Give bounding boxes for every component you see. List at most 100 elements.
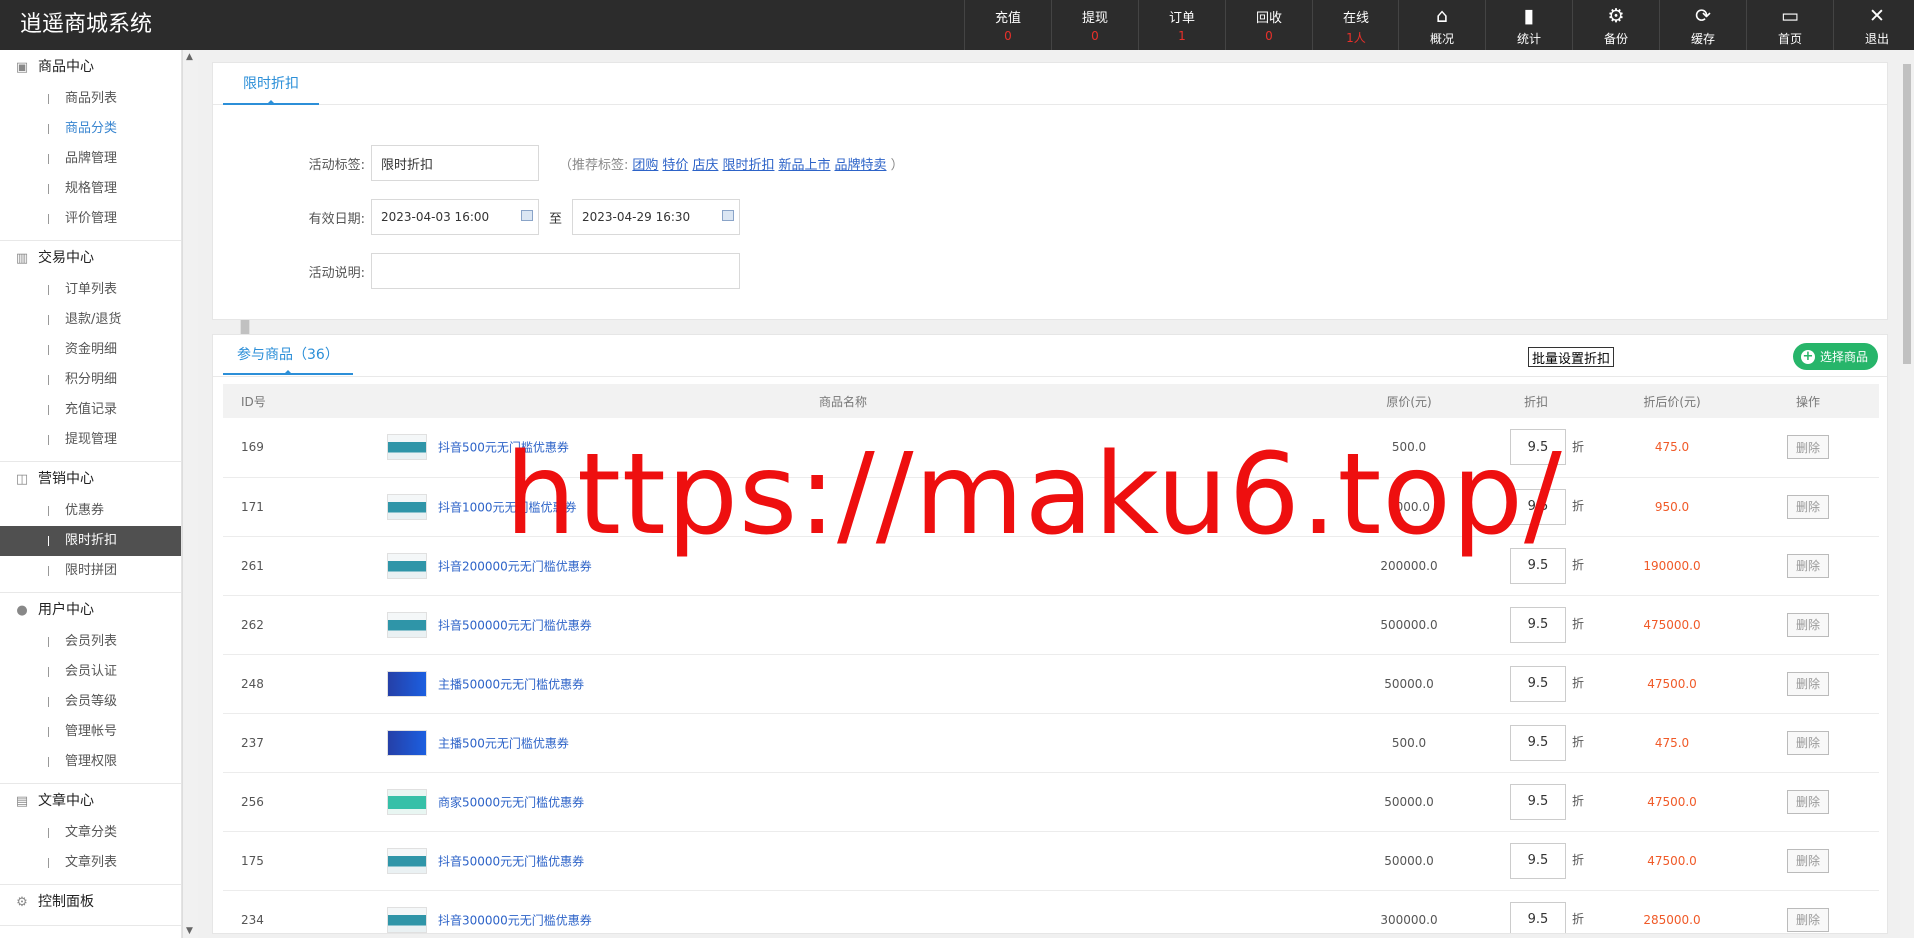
app-title: 逍遥商城系统	[20, 12, 153, 37]
page-scrollbar[interactable]	[1900, 50, 1914, 938]
goods-name-link[interactable]: 抖音500000元无门槛优惠券	[438, 618, 592, 632]
start-date-input[interactable]	[371, 199, 539, 235]
sidebar-item[interactable]: 资金明细	[0, 335, 181, 365]
recommend-tag-link[interactable]: 店庆	[692, 158, 718, 173]
delete-button[interactable]: 删除	[1786, 553, 1829, 578]
tag-row: 活动标签: （推荐标签:团购特价店庆限时折扣新品上市品牌特卖 ）	[213, 143, 1887, 183]
goods-name-link[interactable]: 抖音500元无门槛优惠券	[438, 441, 569, 455]
tool-monitor[interactable]: ▭ 首页	[1746, 0, 1833, 50]
recommend-tag-link[interactable]: 团购	[632, 158, 658, 173]
stat-item[interactable]: 在线 1人	[1312, 0, 1399, 50]
sidebar-item[interactable]: 管理帐号	[0, 717, 181, 747]
goods-thumbnail	[387, 670, 427, 697]
discount-input[interactable]	[1509, 488, 1566, 525]
discount-input[interactable]	[1509, 724, 1566, 761]
delete-button[interactable]: 删除	[1786, 435, 1829, 460]
batch-discount-button[interactable]: 批量设置折扣	[1528, 347, 1615, 367]
stat-item[interactable]: 订单 1	[1138, 0, 1225, 50]
select-goods-button[interactable]: + 选择商品	[1793, 343, 1879, 370]
bar-chart-icon: ▥	[15, 251, 29, 266]
sidebar-item[interactable]: 限时拼团	[0, 556, 181, 586]
goods-discount-cell: 折	[1465, 595, 1607, 654]
goods-name-link[interactable]: 主播50000元无门槛优惠券	[438, 677, 584, 691]
tool-home[interactable]: ⌂ 概况	[1398, 0, 1485, 50]
delete-button[interactable]: 删除	[1786, 789, 1829, 814]
discount-input[interactable]	[1509, 783, 1566, 820]
goods-name-link[interactable]: 抖音1000元无门槛优惠券	[438, 500, 577, 514]
sidebar-item[interactable]: 文章列表	[0, 848, 181, 878]
top-bar: 逍遥商城系统 充值 0 提现 0 订单 1 回收 0 在线 1人 ⌂ 概况 ▮ 统计 ⚙ 备份 ⟳ 缓存 ▭ 首页 ✕…	[0, 0, 1914, 50]
tool-close[interactable]: ✕ 退出	[1833, 0, 1914, 50]
sidebar-item[interactable]: 商品列表	[0, 84, 181, 114]
goods-name-link[interactable]: 抖音50000元无门槛优惠券	[438, 854, 584, 868]
delete-button[interactable]: 删除	[1786, 671, 1829, 696]
sidebar-item[interactable]: 会员列表	[0, 627, 181, 657]
discount-input[interactable]	[1509, 665, 1566, 702]
sidebar-item[interactable]: 品牌管理	[0, 144, 181, 174]
sidebar-scrollbar[interactable]: ▲ ▼	[182, 50, 250, 938]
sidebar-group-header[interactable]: ▤ 文章中心	[0, 784, 181, 818]
sidebar-item[interactable]: 限时折扣	[0, 526, 181, 556]
goods-name-link[interactable]: 抖音300000元无门槛优惠券	[438, 913, 592, 927]
sidebar-item[interactable]: 规格管理	[0, 174, 181, 204]
end-date-input[interactable]	[572, 199, 741, 235]
stat-value: 0	[1091, 29, 1099, 43]
calendar-icon[interactable]	[722, 210, 735, 221]
tool-refresh[interactable]: ⟳ 缓存	[1659, 0, 1746, 50]
desc-input[interactable]	[371, 253, 740, 289]
stat-item[interactable]: 充值 0	[964, 0, 1051, 50]
end-date-picker[interactable]	[572, 199, 741, 235]
goods-name-link[interactable]: 抖音200000元无门槛优惠券	[438, 559, 592, 573]
stat-item[interactable]: 提现 0	[1051, 0, 1138, 50]
goods-name-link[interactable]: 商家50000元无门槛优惠券	[438, 795, 584, 809]
sidebar-group-header[interactable]: ▥ 交易中心	[0, 241, 181, 275]
delete-button[interactable]: 删除	[1786, 848, 1829, 873]
tab-flash-discount[interactable]: 限时折扣	[223, 63, 319, 105]
goods-id: 262	[241, 617, 264, 632]
sidebar-item[interactable]: 充值记录	[0, 395, 181, 425]
start-date-picker[interactable]	[371, 199, 539, 235]
recommend-tag-link[interactable]: 限时折扣	[722, 158, 774, 173]
discount-input[interactable]	[1509, 842, 1566, 879]
sidebar-item[interactable]: 商品分类	[0, 114, 181, 144]
sidebar-item[interactable]: 文章分类	[0, 818, 181, 848]
discount-input[interactable]	[1509, 547, 1566, 584]
sidebar-item[interactable]: 会员认证	[0, 657, 181, 687]
sidebar-group-header[interactable]: ● 用户中心	[0, 593, 181, 627]
sidebar-item[interactable]: 积分明细	[0, 365, 181, 395]
tag-input[interactable]	[371, 145, 539, 181]
recommend-tag-link[interactable]: 品牌特卖	[834, 158, 886, 173]
stat-item[interactable]: 回收 0	[1225, 0, 1312, 50]
tab-goods[interactable]: 参与商品（36）	[223, 335, 353, 375]
sidebar-item[interactable]: 提现管理	[0, 425, 181, 455]
goods-name-link[interactable]: 主播500元无门槛优惠券	[438, 736, 569, 750]
discount-input[interactable]	[1509, 606, 1566, 643]
table-row: 261 抖音200000元无门槛优惠券 200000.0 折 190000.0 删除	[223, 536, 1879, 595]
scroll-up-icon[interactable]: ▲	[186, 52, 193, 62]
delete-button[interactable]: 删除	[1786, 494, 1829, 519]
tool-bar-chart[interactable]: ▮ 统计	[1485, 0, 1572, 50]
stats-bar: 充值 0 提现 0 订单 1 回收 0 在线 1人	[964, 0, 1399, 50]
recommend-tag-link[interactable]: 特价	[662, 158, 688, 173]
goods-operation-cell: 删除	[1737, 654, 1879, 713]
delete-button[interactable]: 删除	[1786, 730, 1829, 755]
tool-gear[interactable]: ⚙ 备份	[1572, 0, 1659, 50]
sidebar-group-header[interactable]: ▣ 商品中心	[0, 50, 181, 84]
stat-label: 在线	[1342, 11, 1369, 26]
sidebar-item[interactable]: 评价管理	[0, 204, 181, 234]
discount-input[interactable]	[1509, 429, 1566, 466]
sidebar-group-header[interactable]: ◫ 营销中心	[0, 462, 181, 496]
scrollbar-thumb[interactable]	[1903, 64, 1911, 364]
delete-button[interactable]: 删除	[1786, 907, 1829, 932]
sidebar-item[interactable]: 退款/退货	[0, 305, 181, 335]
sidebar-item[interactable]: 优惠券	[0, 496, 181, 526]
delete-button[interactable]: 删除	[1786, 612, 1829, 637]
sidebar-group-header[interactable]: ⚙ 控制面板	[0, 885, 181, 919]
sidebar-item[interactable]: 会员等级	[0, 687, 181, 717]
recommend-tag-link[interactable]: 新品上市	[778, 158, 830, 173]
discount-input[interactable]	[1509, 901, 1566, 933]
scroll-down-icon[interactable]: ▼	[186, 926, 193, 936]
calendar-icon[interactable]	[521, 210, 533, 221]
sidebar-item[interactable]: 订单列表	[0, 275, 181, 305]
sidebar-item[interactable]: 管理权限	[0, 747, 181, 777]
